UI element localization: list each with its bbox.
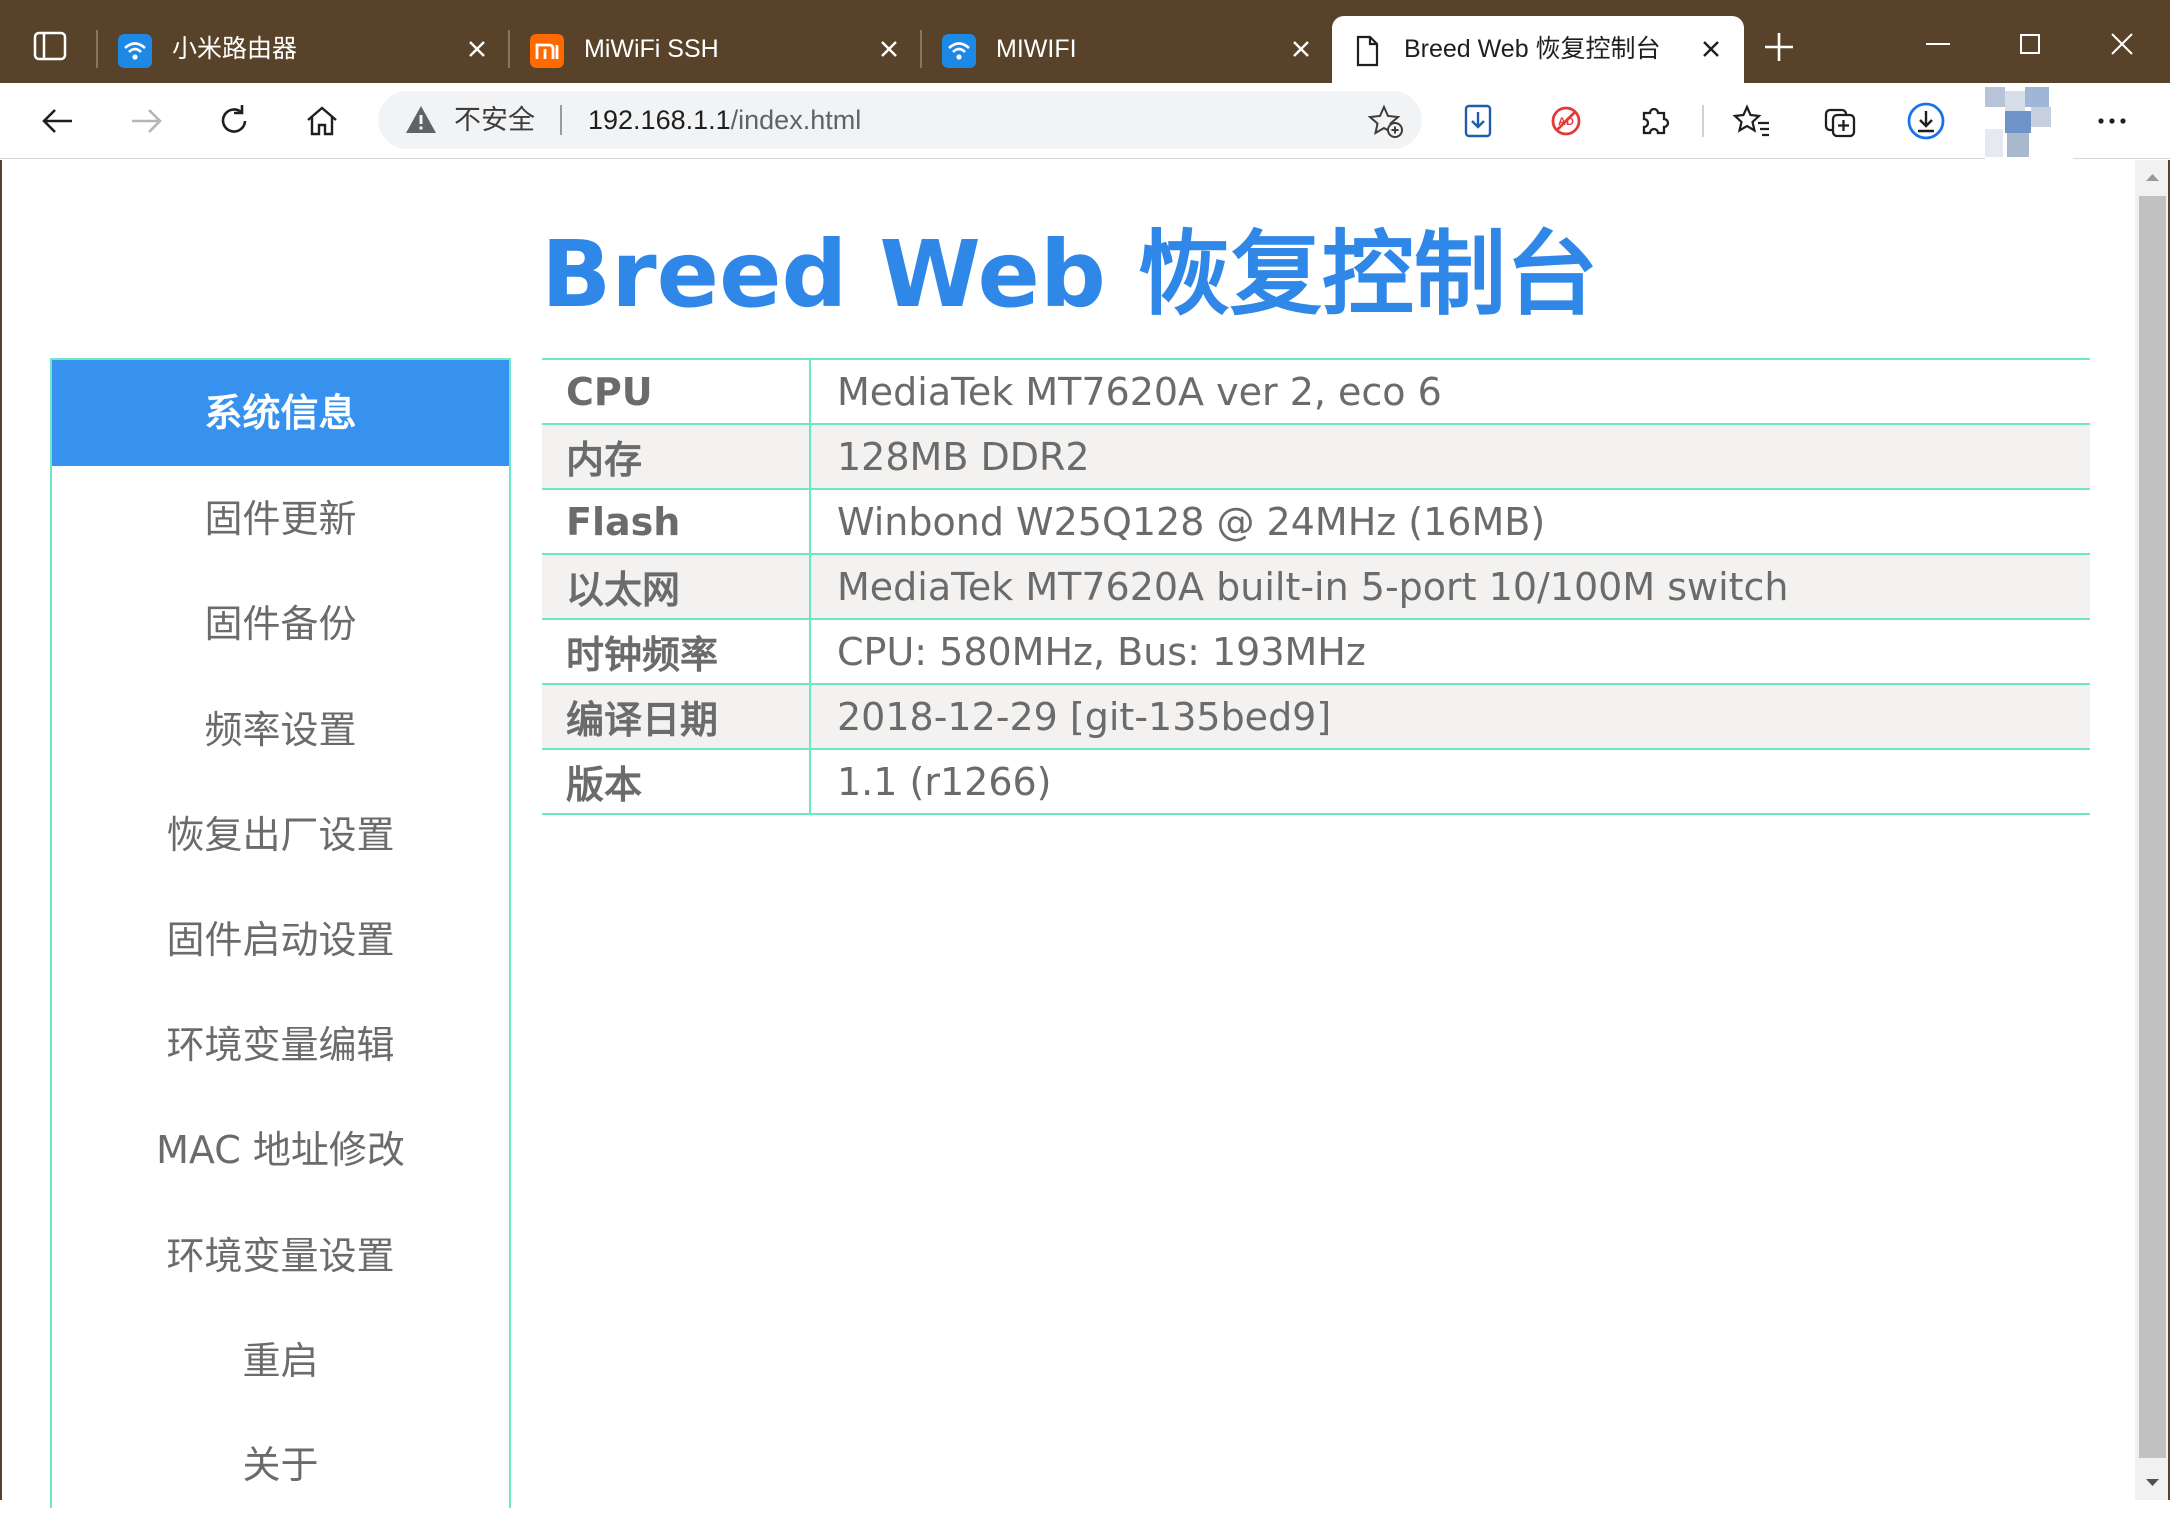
close-icon[interactable]: [1696, 34, 1726, 64]
tab-miwifi-ssh[interactable]: MiWiFi SSH: [512, 16, 922, 83]
sidebar-item-system-info[interactable]: 系统信息: [52, 360, 509, 466]
scroll-up-icon[interactable]: [2143, 168, 2162, 187]
tab-separator: [508, 30, 510, 68]
table-row: 内存 128MB DDR2: [542, 423, 2090, 490]
info-value: MediaTek MT7620A built-in 5-port 10/100M…: [810, 553, 2090, 620]
close-icon[interactable]: [462, 34, 492, 64]
info-key: CPU: [542, 358, 811, 425]
sidebar-item-boot-settings[interactable]: 固件启动设置: [52, 887, 509, 993]
info-key: 编译日期: [542, 683, 811, 750]
address-divider: [560, 105, 562, 135]
tab-label: MiWiFi SSH: [584, 35, 719, 63]
download-page-icon[interactable]: [1458, 101, 1498, 141]
page-viewport: Breed Web 恢复控制台 系统信息 固件更新 固件备份 频率设置 恢复出厂…: [0, 160, 2135, 1508]
info-value: 1.1 (r1266): [810, 748, 2090, 815]
tab-separator: [920, 30, 922, 68]
tab-xiaomi-router[interactable]: 小米路由器: [100, 16, 510, 83]
toolbar-divider: [1702, 105, 1704, 137]
info-key: Flash: [542, 488, 811, 555]
close-icon[interactable]: [1286, 34, 1316, 64]
tab-label: 小米路由器: [172, 35, 298, 63]
url-text[interactable]: 192.168.1.1/index.html: [588, 91, 861, 149]
downloads-icon[interactable]: [1906, 101, 1946, 141]
info-key: 内存: [542, 423, 811, 490]
browser-toolbar: 不安全 192.168.1.1/index.html AD: [0, 83, 2170, 159]
tab-breed-web[interactable]: Breed Web 恢复控制台: [1332, 16, 1744, 83]
tab-actions-icon[interactable]: [30, 26, 70, 66]
sidebar-item-reboot[interactable]: 重启: [52, 1308, 509, 1414]
info-value: Winbond W25Q128 @ 24MHz (16MB): [810, 488, 2090, 555]
sidebar-item-firmware-update[interactable]: 固件更新: [52, 466, 509, 572]
vertical-scrollbar[interactable]: [2135, 160, 2170, 1500]
tab-label: MIWIFI: [996, 35, 1077, 63]
collections-icon[interactable]: [1820, 101, 1860, 141]
table-row: 版本 1.1 (r1266): [542, 748, 2090, 815]
tab-label: Breed Web 恢复控制台: [1404, 35, 1661, 63]
table-row: 时钟频率 CPU: 580MHz, Bus: 193MHz: [542, 618, 2090, 685]
sidebar-item-frequency-settings[interactable]: 频率设置: [52, 677, 509, 783]
home-icon[interactable]: [302, 101, 342, 141]
info-value: 2018-12-29 [git-135bed9]: [810, 683, 2090, 750]
profile-avatar-icon: [1985, 83, 2073, 159]
table-row: 以太网 MediaTek MT7620A built-in 5-port 10/…: [542, 553, 2090, 620]
address-bar[interactable]: 不安全 192.168.1.1/index.html: [378, 91, 1422, 149]
page-title: Breed Web 恢复控制台: [541, 221, 1598, 328]
tab-miwifi[interactable]: MIWIFI: [924, 16, 1334, 83]
scroll-down-icon[interactable]: [2143, 1473, 2162, 1492]
info-value: 128MB DDR2: [810, 423, 2090, 490]
page-icon: [1356, 35, 1379, 67]
info-key: 以太网: [542, 553, 811, 620]
add-favorite-icon[interactable]: [1368, 103, 1404, 139]
info-value: MediaTek MT7620A ver 2, eco 6: [810, 358, 2090, 425]
sidebar-item-env-settings[interactable]: 环境变量设置: [52, 1203, 509, 1309]
favorites-icon[interactable]: [1732, 101, 1772, 141]
table-row: Flash Winbond W25Q128 @ 24MHz (16MB): [542, 488, 2090, 555]
security-label[interactable]: 不安全: [454, 91, 535, 149]
avatar[interactable]: [1985, 83, 2073, 159]
sidebar-item-about[interactable]: 关于: [52, 1412, 509, 1518]
wifi-icon: [118, 34, 152, 68]
table-row: CPU MediaTek MT7620A ver 2, eco 6: [542, 358, 2090, 425]
sidebar-item-factory-reset[interactable]: 恢复出厂设置: [52, 782, 509, 888]
info-value: CPU: 580MHz, Bus: 193MHz: [810, 618, 2090, 685]
system-info-table: CPU MediaTek MT7620A ver 2, eco 6 内存 128…: [542, 358, 2090, 815]
svg-text:AD: AD: [1558, 116, 1574, 128]
maximize-icon[interactable]: [2010, 24, 2050, 64]
forward-icon[interactable]: [126, 101, 166, 141]
info-key: 时钟频率: [542, 618, 811, 685]
warning-icon[interactable]: [404, 103, 438, 137]
extensions-icon[interactable]: [1634, 101, 1674, 141]
back-icon[interactable]: [38, 101, 78, 141]
tab-separator: [96, 30, 98, 68]
table-row: 编译日期 2018-12-29 [git-135bed9]: [542, 683, 2090, 750]
new-tab-icon[interactable]: [1762, 30, 1796, 64]
sidebar-item-firmware-backup[interactable]: 固件备份: [52, 571, 509, 677]
info-key: 版本: [542, 748, 811, 815]
sidebar-item-env-edit[interactable]: 环境变量编辑: [52, 992, 509, 1098]
minimize-icon[interactable]: [1918, 24, 1958, 64]
mi-logo-icon: [530, 34, 564, 68]
url-host: 192.168.1.1: [588, 105, 731, 135]
browser-titlebar: 小米路由器 MiWiFi SSH MIWIFI Breed Web 恢复控制台: [0, 0, 2170, 83]
wifi-icon: [942, 34, 976, 68]
refresh-icon[interactable]: [214, 101, 254, 141]
sidebar-item-mac-address[interactable]: MAC 地址修改: [52, 1097, 509, 1203]
adblock-icon[interactable]: AD: [1546, 101, 1586, 141]
url-path: /index.html: [730, 105, 862, 135]
close-icon[interactable]: [874, 34, 904, 64]
more-icon[interactable]: [2092, 101, 2132, 141]
scrollbar-thumb[interactable]: [2139, 196, 2166, 1458]
window-close-icon[interactable]: [2102, 24, 2142, 64]
sidebar: 系统信息 固件更新 固件备份 频率设置 恢复出厂设置 固件启动设置 环境变量编辑…: [50, 358, 511, 1508]
